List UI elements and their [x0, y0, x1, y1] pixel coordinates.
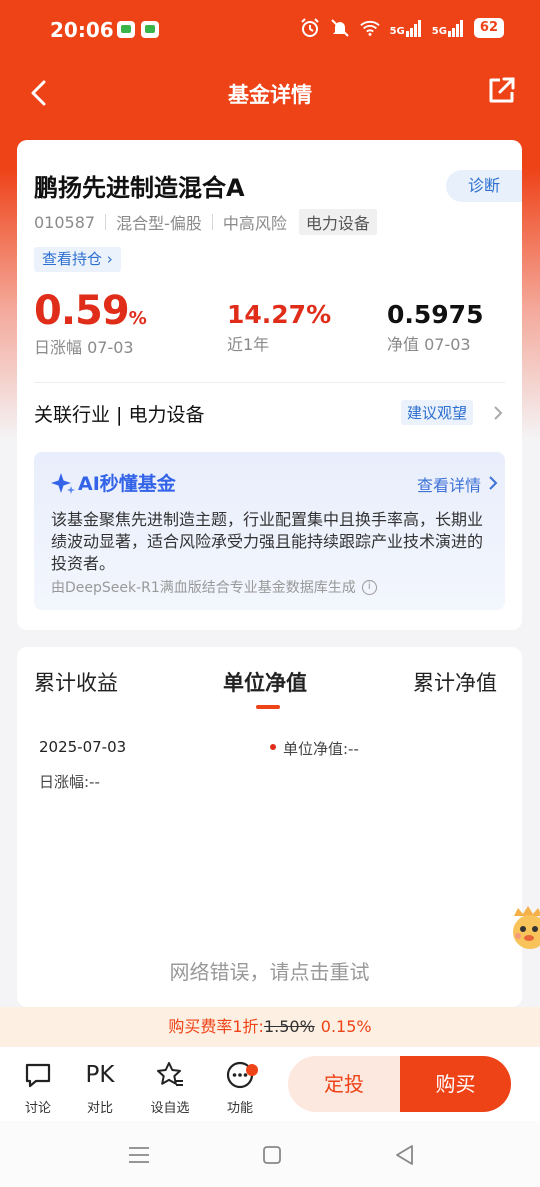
fee-prefix: 购买费率1折: [168, 1017, 264, 1036]
message-app-icon [117, 21, 135, 38]
tab-cumulative-nav[interactable]: 累计净值 [413, 667, 497, 697]
fund-code: 010587 [34, 212, 96, 232]
fund-meta-row: 010587 混合型-偏股 中高风险 电力设备 [34, 209, 377, 235]
functions-button[interactable]: 功能 [214, 1059, 266, 1116]
functions-label: 功能 [226, 1101, 253, 1116]
advice-tag: 建议观望 [400, 400, 473, 425]
battery-icon: 62 [473, 18, 504, 38]
buy-button[interactable]: 购买 [400, 1056, 511, 1112]
daily-change-label: 日涨幅 07-03 [34, 338, 134, 357]
meta-divider [105, 214, 107, 230]
auto-invest-button[interactable]: 定投 [288, 1056, 400, 1112]
chart-tabs: 累计收益 单位净值 累计净值 [17, 667, 522, 707]
home-icon[interactable] [260, 1143, 284, 1167]
signal-icon: 5G [390, 19, 422, 37]
pk-icon-text: PK [85, 1062, 115, 1088]
signal-1-label: 5G [389, 26, 405, 37]
legend-dot [270, 744, 276, 750]
yearly-return-stat: 14.27% 近1年 [227, 300, 331, 355]
more-circle-icon [214, 1059, 266, 1091]
view-holdings-button[interactable]: 查看持仓 › [34, 247, 121, 272]
page-title: 基金详情 [228, 83, 312, 107]
status-icons: 5G 5G 62 [300, 18, 504, 38]
chevron-right-icon [491, 403, 505, 423]
chevron-right-icon[interactable] [487, 474, 499, 492]
menu-icon[interactable] [127, 1143, 151, 1167]
status-time: 20:06 [50, 18, 114, 42]
meta-divider [211, 214, 213, 230]
compare-label: 对比 [86, 1101, 113, 1116]
share-icon[interactable] [486, 76, 516, 106]
status-bar: 20:06 5G 5G 62 [0, 0, 540, 60]
fund-name: 鹏扬先进制造混合A [34, 174, 245, 202]
fund-info-card: 鹏扬先进制造混合A 诊断 010587 混合型-偏股 中高风险 电力设备 查看持… [17, 140, 522, 630]
signal-icon: 5G [432, 19, 464, 37]
chart-unit-nav-value: 单位净值:-- [283, 740, 359, 758]
nav-label: 净值 07-03 [387, 335, 471, 354]
fee-old-rate: 1.50% [263, 1017, 315, 1036]
active-tab-indicator [256, 705, 280, 709]
bottom-action-bar: 讨论 PK 对比 设自选 功能 定投 购买 [0, 1047, 540, 1121]
back-triangle-icon[interactable] [393, 1143, 417, 1167]
pk-icon: PK [74, 1059, 126, 1091]
chat-bubble-icon [12, 1059, 64, 1091]
nav-value: 0.5975 [387, 300, 484, 329]
mute-bell-icon [330, 18, 350, 38]
discuss-label: 讨论 [24, 1101, 51, 1116]
compare-button[interactable]: PK 对比 [74, 1059, 126, 1116]
related-industry-text: 关联行业 | 电力设备 [34, 404, 205, 426]
alarm-icon [300, 18, 320, 38]
fund-type: 混合型-偏股 [116, 214, 202, 233]
watchlist-label: 设自选 [150, 1101, 190, 1116]
nav-bar: 基金详情 [0, 62, 540, 124]
ai-summary-box: AI秒懂基金 查看详情 该基金聚焦先进制造主题，行业配置集中且换手率高，长期业绩… [34, 452, 505, 610]
wifi-icon [359, 18, 380, 38]
chart-daily-change: 日涨幅:-- [39, 773, 100, 791]
network-error-retry[interactable]: 网络错误，请点击重试 [17, 956, 522, 985]
fund-risk: 中高风险 [222, 214, 287, 233]
ai-source-text: 由DeepSeek-R1满血版结合专业基金数据库生成 [51, 580, 356, 596]
sector-tag[interactable]: 电力设备 [298, 209, 377, 235]
notification-badge [246, 1064, 258, 1076]
divider [34, 382, 505, 383]
discuss-button[interactable]: 讨论 [12, 1059, 64, 1116]
diagnose-button[interactable]: 诊断 [446, 170, 522, 202]
mascot-icon[interactable] [508, 902, 540, 952]
yearly-return-value: 14.27% [227, 300, 332, 329]
system-navigation-bar [0, 1121, 540, 1187]
ai-view-detail-link[interactable]: 查看详情 [417, 472, 481, 496]
nav-stat: 0.5975 净值 07-03 [387, 300, 483, 355]
yearly-return-label: 近1年 [227, 335, 270, 354]
ai-title: AI秒懂基金 [78, 473, 176, 495]
info-icon[interactable]: i [361, 579, 377, 595]
ai-summary-text: 该基金聚焦先进制造主题，行业配置集中且换手率高，长期业绩波动显著，适合风险承受力… [51, 510, 484, 573]
chart-date: 2025-07-03 [39, 738, 127, 756]
related-industry-row[interactable]: 关联行业 | 电力设备 建议观望 [34, 398, 505, 428]
purchase-fee-bar: 购买费率1折:1.50% 0.15% [0, 1007, 540, 1047]
daily-change-value: 0.59 [34, 288, 130, 334]
star-icon [144, 1059, 196, 1091]
tab-cumulative-return[interactable]: 累计收益 [34, 667, 118, 697]
sparkle-icon [50, 471, 76, 497]
nav-chart-card: 累计收益 单位净值 累计净值 2025-07-03 单位净值:-- 日涨幅:--… [17, 647, 522, 1007]
ai-footer: 由DeepSeek-R1满血版结合专业基金数据库生成 i [51, 577, 377, 597]
wechat-app-icon [141, 21, 159, 38]
daily-change-unit: % [128, 308, 147, 329]
daily-change-stat: 0.59% 日涨幅 07-03 [34, 288, 147, 358]
signal-2-label: 5G [431, 26, 447, 37]
fee-new-rate: 0.15% [320, 1017, 372, 1036]
add-watchlist-button[interactable]: 设自选 [144, 1059, 196, 1116]
tab-unit-nav[interactable]: 单位净值 [223, 667, 307, 697]
